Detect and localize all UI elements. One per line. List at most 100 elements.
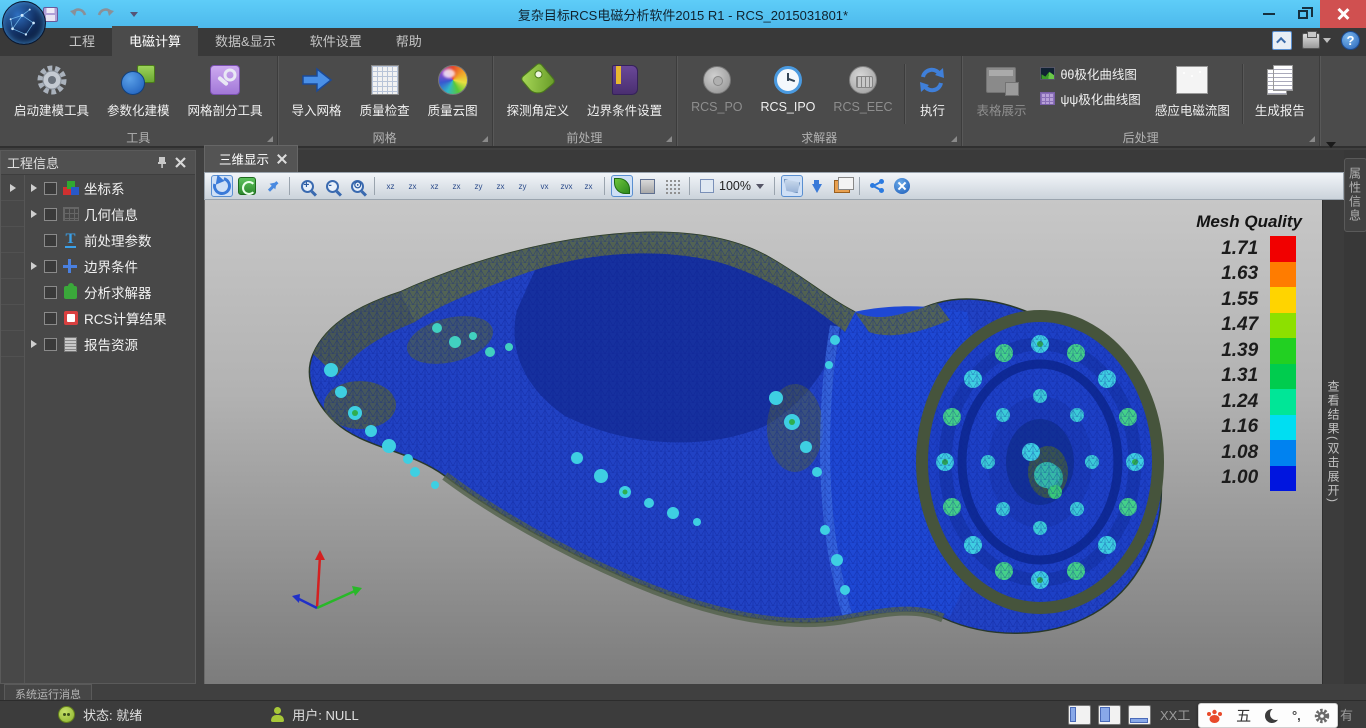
3d-canvas[interactable]: Mesh Quality 1.71 1.63 1.55 1.47 1.39 1.… [204,200,1322,684]
pin-button[interactable] [153,154,171,172]
launch-modeling-tool-button[interactable]: 启动建模工具 [6,60,97,122]
quality-check-button[interactable]: 质量检查 [352,60,418,122]
layout-split-button[interactable] [1098,705,1121,725]
checkbox[interactable] [44,312,57,325]
restore-button[interactable] [1286,0,1320,28]
flat-mode-button[interactable] [636,175,658,197]
clip-plane-button[interactable] [781,175,803,197]
gutter-expander[interactable] [1,175,24,201]
tab-em-compute[interactable]: 电磁计算 [112,26,198,56]
zoom-in-button[interactable]: + [296,175,318,197]
zoom-out-button[interactable]: - [321,175,343,197]
tab-data-display[interactable]: 数据&显示 [198,26,293,56]
induced-current-map-button[interactable]: 感应电磁流图 [1147,60,1238,122]
group-launcher-icon[interactable] [482,136,488,142]
zoom-fit-button[interactable]: ⊙ [346,175,368,197]
tree-item-analysis-solver[interactable]: 分析求解器 [25,279,195,305]
view-orientation-button-4[interactable]: zy [469,176,488,196]
layout-bottom-button[interactable] [1128,705,1151,725]
tab-project[interactable]: 工程 [52,26,112,56]
theta-polar-curve-button[interactable]: θθ极化曲线图 [1040,64,1140,83]
book-icon [612,65,638,95]
tab-help[interactable]: 帮助 [379,26,439,56]
psi-polar-curve-button[interactable]: ψψ极化曲线图 [1040,89,1140,108]
boundary-condition-settings-button[interactable]: 边界条件设置 [579,60,670,122]
view-orientation-button-6[interactable]: zy [513,176,532,196]
tree-item-geometry-info[interactable]: 几何信息 [25,201,195,227]
ime-mode-button[interactable]: 五 [1236,705,1251,726]
ime-settings-gear-icon[interactable] [1314,708,1330,724]
layers-button[interactable] [831,175,853,197]
view-orientation-button-7[interactable]: vx [535,176,554,196]
coordinate-system-icon [62,180,79,197]
close-button[interactable] [1320,0,1366,28]
layout-left-button[interactable] [1068,705,1091,725]
import-mesh-button[interactable]: 导入网格 [284,60,350,122]
tab-software-settings[interactable]: 软件设置 [293,26,379,56]
group-label-preprocess: 前处理 [566,129,602,146]
checkbox[interactable] [44,260,57,273]
device-button[interactable] [1302,33,1331,49]
generate-report-button[interactable]: 生成报告 [1247,60,1313,122]
view-orientation-button-2[interactable]: xz [425,176,444,196]
shaded-mode-button[interactable] [611,175,633,197]
quality-contour-button[interactable]: 质量云图 [420,60,486,122]
flow-share-button[interactable] [866,175,888,197]
tree-item-rcs-results[interactable]: RCS计算结果 [25,305,195,331]
tab-3d-display[interactable]: 三维显示 [204,145,298,172]
detect-angle-button[interactable]: 探测角定义 [499,60,578,122]
system-messages-tab[interactable]: 系统运行消息 [4,684,92,700]
view-orientation-button-9[interactable]: zx [579,176,598,196]
expander-icon[interactable] [29,262,39,270]
pan-button[interactable] [261,175,283,197]
rotate-view-button[interactable] [211,175,233,197]
group-launcher-icon[interactable] [666,136,672,142]
view-orientation-button-8[interactable]: zvx [557,176,576,196]
view-results-side-tab[interactable]: 查看结果(双击展开) [1322,200,1344,684]
execute-button[interactable]: 执行 [909,60,955,122]
zoom-level-control[interactable]: 100% [696,178,768,194]
checkbox[interactable] [44,182,57,195]
view-orientation-button-3[interactable]: zx [447,176,466,196]
share-icon [870,179,884,193]
help-button[interactable]: ? [1341,31,1360,50]
panel-close-button[interactable] [171,154,189,172]
drop-view-button[interactable] [806,175,828,197]
user-icon [270,707,284,722]
expander-icon[interactable] [29,210,39,218]
checkbox[interactable] [44,234,57,247]
group-launcher-icon[interactable] [267,136,273,142]
checkbox[interactable] [44,338,57,351]
view-orientation-button-1[interactable]: zx [403,176,422,196]
property-info-side-tab[interactable]: 属性信息 [1344,158,1366,232]
checkbox[interactable] [44,286,57,299]
solver-rcs-po-button[interactable]: RCS_PO [683,60,750,117]
tab-list-dropdown-icon[interactable] [1326,148,1336,166]
view-orientation-button-0[interactable]: xz [381,176,400,196]
points-mode-button[interactable] [661,175,683,197]
orbit-button[interactable] [236,175,258,197]
tree-item-coordinate-system[interactable]: 坐标系 [25,175,195,201]
ime-halfwidth-icon[interactable] [1265,709,1279,723]
tree-item-preprocess-params[interactable]: T 前处理参数 [25,227,195,253]
expander-icon[interactable] [29,340,39,348]
minimize-button[interactable] [1252,0,1286,28]
solver-rcs-ipo-button[interactable]: RCS_IPO [753,60,824,117]
group-launcher-icon[interactable] [951,136,957,142]
mesh-partition-tool-button[interactable]: 网格剖分工具 [180,60,271,122]
view-orientation-button-5[interactable]: zx [491,176,510,196]
tree-item-boundary-conditions[interactable]: 边界条件 [25,253,195,279]
ime-paw-icon[interactable] [1206,708,1223,724]
tab-close-icon[interactable] [277,154,287,164]
group-launcher-icon[interactable] [1309,136,1315,142]
collapse-ribbon-button[interactable] [1272,31,1292,50]
solver-rcs-eec-button[interactable]: RCS_EEC [825,60,900,117]
parametric-modeling-button[interactable]: 参数化建模 [99,60,178,122]
app-logo-icon[interactable] [2,1,46,45]
expander-icon[interactable] [29,184,39,192]
clear-view-button[interactable] [891,175,913,197]
ime-punctuation-button[interactable]: °, [1292,708,1301,723]
tree-item-report-resources[interactable]: 报告资源 [25,331,195,357]
table-display-button[interactable]: 表格展示 [968,60,1034,122]
checkbox[interactable] [44,208,57,221]
